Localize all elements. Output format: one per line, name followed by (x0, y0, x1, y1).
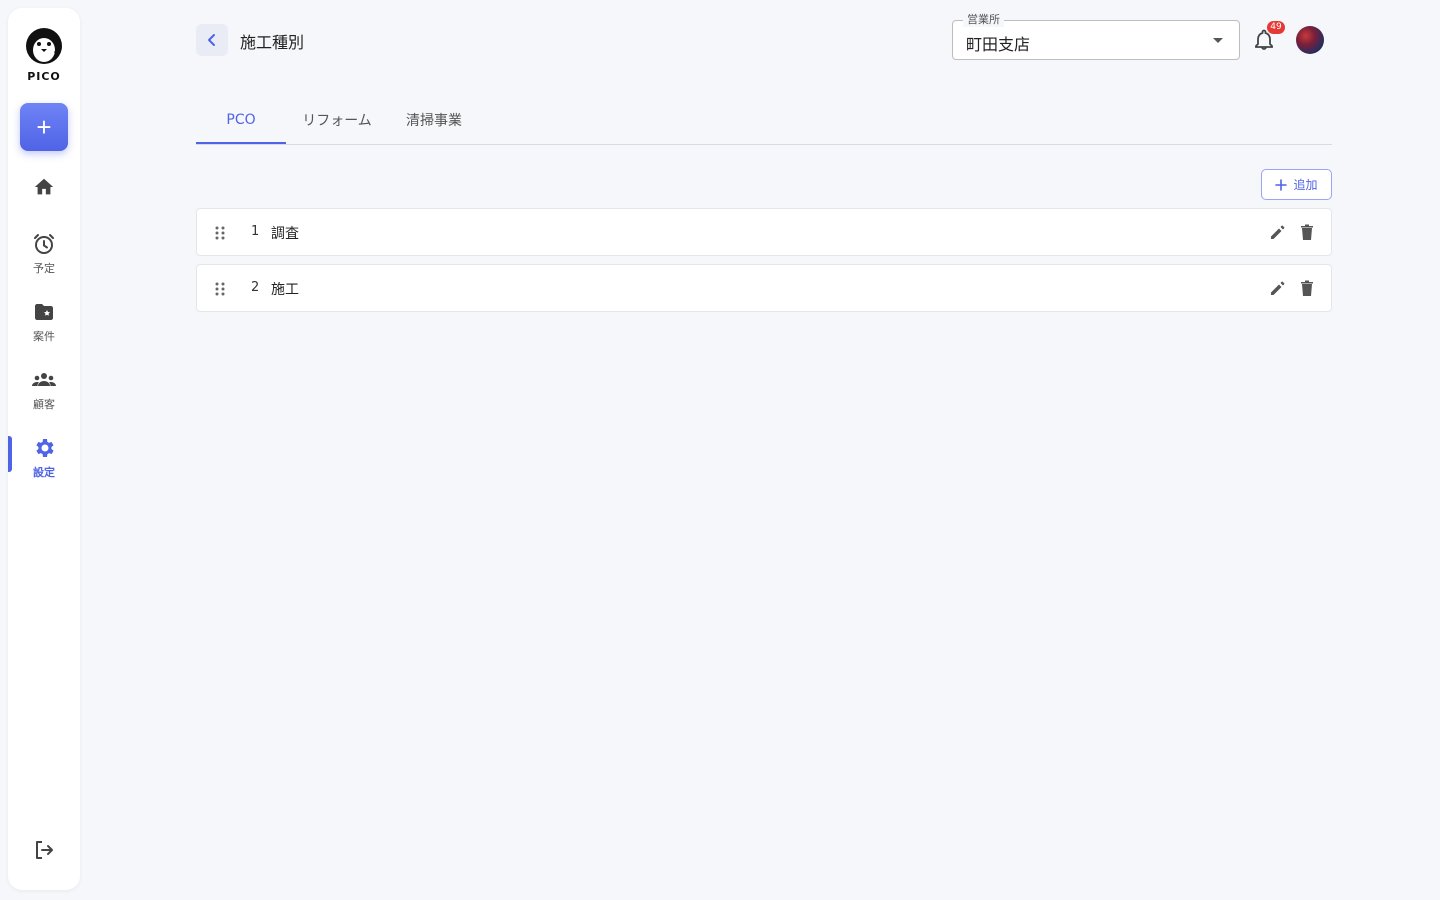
penguin-logo-icon (24, 26, 64, 66)
alarm-clock-icon (34, 234, 54, 254)
sidebar-item-home[interactable] (8, 176, 80, 198)
logout-icon (36, 841, 53, 859)
sidebar-item-customers[interactable]: 顧客 (8, 368, 80, 412)
notification-count-badge: 49 (1267, 21, 1285, 34)
back-button[interactable] (196, 24, 228, 56)
caret-down-icon (1213, 38, 1223, 43)
chevron-left-icon (208, 34, 215, 46)
pencil-icon (1271, 225, 1285, 239)
plus-icon (1275, 178, 1288, 191)
edit-button[interactable] (1269, 223, 1287, 245)
sidebar-item-label: 案件 (33, 330, 55, 343)
delete-button[interactable] (1299, 279, 1315, 301)
sidebar: PICO + 予定 案件 顧客 設定 (8, 8, 80, 890)
office-select-label: 営業所 (963, 13, 1004, 27)
people-icon (32, 373, 56, 386)
add-item-label: 追加 (1293, 178, 1318, 192)
list-item-name: 施工 (271, 282, 299, 298)
list-item: 1 調査 (196, 208, 1332, 256)
trash-icon (1301, 224, 1313, 240)
sidebar-item-label: 顧客 (33, 398, 55, 411)
office-select[interactable]: 営業所 町田支店 (952, 13, 1240, 60)
tab-cleaning[interactable]: 清掃事業 (392, 96, 476, 144)
home-icon (34, 178, 54, 195)
pencil-icon (1271, 281, 1285, 295)
tab-reform[interactable]: リフォーム (292, 96, 382, 144)
user-avatar[interactable] (1296, 26, 1324, 54)
list-item-number: 2 (251, 280, 260, 295)
list-item-number: 1 (251, 224, 260, 239)
drag-handle-icon[interactable] (215, 225, 225, 244)
edit-button[interactable] (1269, 279, 1287, 301)
drag-handle-icon[interactable] (215, 281, 225, 300)
sidebar-item-label: 予定 (33, 262, 55, 275)
list-item-name: 調査 (271, 226, 299, 242)
office-select-value: 町田支店 (966, 35, 1031, 54)
list-item: 2 施工 (196, 264, 1332, 312)
sidebar-item-label: 設定 (33, 466, 55, 479)
create-new-button[interactable]: + (20, 103, 68, 151)
tab-indicator (196, 142, 286, 144)
folder-star-icon (35, 304, 53, 320)
sidebar-item-settings[interactable]: 設定 (8, 436, 80, 480)
logo[interactable]: PICO (8, 26, 80, 83)
sidebar-item-projects[interactable]: 案件 (8, 300, 80, 344)
category-tabs: PCO リフォーム 清掃事業 (196, 96, 1332, 145)
delete-button[interactable] (1299, 223, 1315, 245)
trash-icon (1301, 280, 1313, 296)
logo-text: PICO (27, 70, 61, 83)
tab-pco[interactable]: PCO (196, 96, 286, 144)
add-item-button[interactable]: 追加 (1261, 169, 1332, 200)
logout-button[interactable] (32, 838, 56, 866)
page-title: 施工種別 (240, 33, 305, 52)
sidebar-item-schedule[interactable]: 予定 (8, 232, 80, 276)
gear-icon (36, 439, 54, 457)
